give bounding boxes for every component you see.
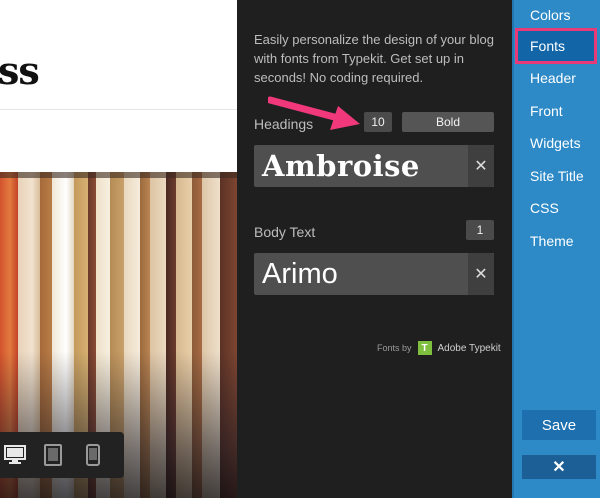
device-preview-toolbar bbox=[0, 432, 124, 478]
preview-nav-bar bbox=[0, 110, 237, 172]
headings-weight-select[interactable]: Bold bbox=[402, 112, 494, 132]
header-image-rail bbox=[0, 172, 237, 178]
body-text-clear-button[interactable]: ✕ bbox=[468, 253, 494, 295]
sidebar-divider bbox=[512, 0, 514, 498]
blog-preview: ss bbox=[0, 0, 237, 498]
sidebar-item-fonts[interactable]: Fonts bbox=[515, 28, 597, 64]
phone-icon[interactable] bbox=[80, 442, 106, 468]
typekit-credit: Fonts by T Adobe Typekit bbox=[377, 340, 501, 356]
sidebar-item-front[interactable]: Front bbox=[518, 96, 594, 126]
annotation-arrow-icon bbox=[268, 96, 360, 130]
tablet-icon[interactable] bbox=[40, 442, 66, 468]
sidebar-item-widgets[interactable]: Widgets bbox=[518, 128, 594, 158]
typekit-credit-prefix: Fonts by bbox=[377, 343, 412, 353]
fonts-intro-text: Easily personalize the design of your bl… bbox=[254, 32, 494, 85]
typekit-logo-icon: T bbox=[417, 341, 432, 355]
sidebar-item-theme[interactable]: Theme bbox=[518, 226, 594, 256]
headings-size-select[interactable]: 10 bbox=[364, 112, 392, 132]
headings-clear-button[interactable]: ✕ bbox=[468, 145, 494, 187]
blog-title-preview: ss bbox=[0, 48, 40, 93]
body-text-label: Body Text bbox=[254, 224, 316, 240]
save-button[interactable]: Save bbox=[522, 410, 596, 440]
customizer-sidebar: Colors Fonts Header Front Widgets Site T… bbox=[512, 0, 600, 498]
headings-font-field[interactable]: Ambroise bbox=[254, 145, 494, 187]
sidebar-item-css[interactable]: CSS bbox=[518, 193, 594, 223]
close-button[interactable]: ✕ bbox=[522, 455, 596, 479]
body-text-font-field[interactable]: Arimo bbox=[254, 253, 494, 295]
body-text-size-select[interactable]: 1 bbox=[466, 220, 494, 240]
typekit-credit-name[interactable]: Adobe Typekit bbox=[438, 343, 501, 354]
desktop-icon[interactable] bbox=[2, 442, 28, 468]
fonts-panel: Easily personalize the design of your bl… bbox=[237, 0, 512, 498]
sidebar-item-header[interactable]: Header bbox=[518, 63, 594, 93]
sidebar-item-site-title[interactable]: Site Title bbox=[518, 161, 594, 191]
sidebar-item-colors[interactable]: Colors bbox=[518, 0, 594, 30]
